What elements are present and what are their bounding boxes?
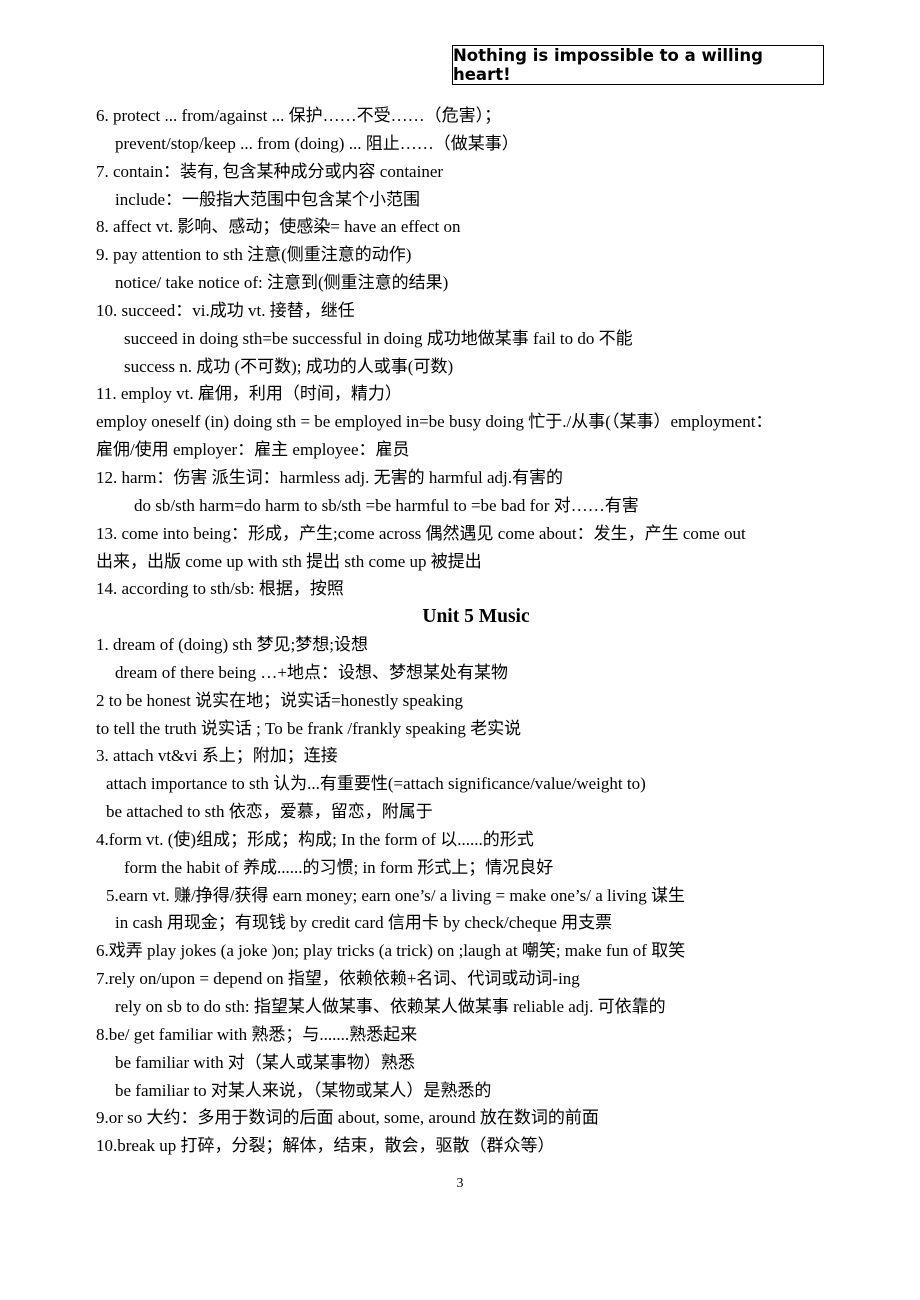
- text-line: 7.rely on/upon = depend on 指望，依赖依赖+名词、代词…: [96, 969, 580, 989]
- text-line: 雇佣/使用 employer：雇主 employee：雇员: [96, 440, 410, 460]
- text-line: 11. employ vt. 雇佣，利用（时间，精力）: [96, 384, 402, 404]
- text-line: 13. come into being：形成，产生;come across 偶然…: [96, 523, 746, 543]
- text-line: 9. pay attention to sth 注意(侧重注意的动作): [96, 245, 412, 265]
- text-line: succeed in doing sth=be successful in do…: [124, 328, 633, 348]
- text-line: 8. affect vt. 影响、感动；使感染= have an effect …: [96, 217, 461, 237]
- text-line: in cash 用现金；有现钱 by credit card 信用卡 by ch…: [115, 913, 613, 933]
- text-line: 10. succeed：vi.成功 vt. 接替，继任: [96, 300, 355, 320]
- text-line: be familiar with 对（某人或某事物）熟悉: [115, 1052, 415, 1072]
- text-line: 出来，出版 come up with sth 提出 sth come up 被提…: [96, 551, 482, 571]
- text-line: 14. according to sth/sb: 根据，按照: [96, 579, 344, 599]
- motto-box: Nothing is impossible to a willing heart…: [452, 45, 824, 85]
- text-line: prevent/stop/keep ... from (doing) ... 阻…: [115, 133, 519, 153]
- text-line: to tell the truth 说实话 ; To be frank /fra…: [96, 718, 522, 738]
- text-line: 7. contain：装有, 包含某种成分或内容 container: [96, 161, 444, 181]
- text-line: include：一般指大范围中包含某个小范围: [115, 189, 421, 209]
- text-line: 5.earn vt. 赚/挣得/获得 earn money; earn one’…: [106, 885, 685, 905]
- page-number: 3: [456, 1176, 464, 1191]
- motto-text: Nothing is impossible to a willing heart…: [453, 46, 763, 84]
- text-line: 6. protect ... from/against ... 保护……不受………: [96, 106, 502, 125]
- text-line: notice/ take notice of: 注意到(侧重注意的结果): [115, 273, 449, 293]
- text-line: 3. attach vt&vi 系上；附加；连接: [96, 746, 338, 766]
- text-line: 1. dream of (doing) sth 梦见;梦想;设想: [96, 635, 368, 655]
- text-line: form the habit of 养成......的习惯; in form 形…: [124, 857, 554, 877]
- text-line: 9.or so 大约：多用于数词的后面 about, some, around …: [96, 1108, 599, 1128]
- text-line: 4.form vt. (使)组成；形成；构成; In the form of 以…: [96, 829, 534, 849]
- text-line: 8.be/ get familiar with 熟悉；与.......熟悉起来: [96, 1024, 418, 1044]
- section-heading: Unit 5 Music: [422, 606, 530, 628]
- text-line: success n. 成功 (不可数); 成功的人或事(可数): [124, 356, 454, 376]
- text-line: employ oneself (in) doing sth = be emplo…: [96, 412, 773, 432]
- document-body: 6. protect ... from/against ... 保护……不受………: [96, 102, 856, 1160]
- text-line: rely on sb to do sth: 指望某人做某事、依赖某人做某事 re…: [115, 997, 666, 1016]
- text-line: 12. harm：伤害 派生词：harmless adj. 无害的 harmfu…: [96, 467, 563, 487]
- text-line: 6.戏弄 play jokes (a joke )on; play tricks…: [96, 941, 686, 961]
- text-line: do sb/sth harm=do harm to sb/sth =be har…: [134, 495, 639, 515]
- text-line: dream of there being …+地点：设想、梦想某处有某物: [115, 662, 508, 682]
- text-line: 10.break up 打碎，分裂；解体，结束，散会，驱散（群众等）: [96, 1136, 555, 1156]
- text-line: attach importance to sth 认为...有重要性(=atta…: [106, 774, 646, 794]
- text-line: be attached to sth 依恋，爱慕，留恋，附属于: [106, 802, 433, 822]
- text-line: 2 to be honest 说实在地；说实话=honestly speakin…: [96, 690, 464, 710]
- text-line: be familiar to 对某人来说，（某物或某人）是熟悉的: [115, 1080, 492, 1100]
